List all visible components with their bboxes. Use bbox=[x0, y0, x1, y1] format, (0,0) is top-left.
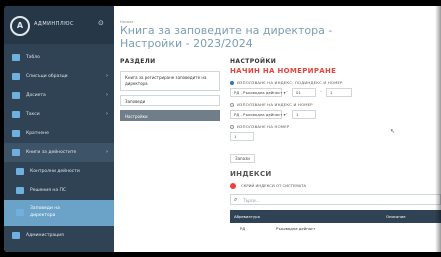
save-button[interactable]: Запази bbox=[230, 154, 255, 163]
numbering-row-number: 1 bbox=[230, 132, 441, 142]
settings-title: НАСТРОЙКИ bbox=[230, 58, 277, 65]
hide-indexes-toggle[interactable]: Скрий индекси от системата bbox=[230, 182, 441, 190]
sidebar-item-books[interactable]: Книги за дейностите › bbox=[4, 143, 114, 162]
settings-panel: НАСТРОЙКИ НАЧИН НА НОМЕРИРАНЕ Използване… bbox=[230, 58, 441, 233]
user-icon bbox=[16, 168, 24, 175]
index-select-value: РД - Ръководна дейност bbox=[234, 90, 283, 95]
separator: - bbox=[320, 89, 322, 95]
brand-header: A АДМИНПЛЮС ⊙ bbox=[4, 6, 114, 44]
sidebar-item-label: Заповеди на директора bbox=[30, 206, 60, 218]
sidebar-item-dossiers[interactable]: Досиета › bbox=[4, 86, 114, 105]
list-icon bbox=[12, 73, 20, 80]
book-icon bbox=[12, 149, 20, 156]
order-icon bbox=[16, 209, 24, 216]
app-window: A АДМИНПЛЮС ⊙ Табло Списъци образци › До… bbox=[4, 6, 441, 252]
chevron-right-icon: › bbox=[106, 111, 108, 117]
admin-icon bbox=[12, 232, 20, 239]
option-label: Използване на индекс, подиндекс и номер bbox=[237, 80, 343, 85]
sidebar-item-label: Контролни дейности bbox=[30, 169, 80, 174]
cell-desc: Ръководна дейност bbox=[276, 226, 316, 231]
page-title: Книга за заповедите на директора - Настр… bbox=[120, 24, 333, 50]
column-header-abbr[interactable]: Абревиатура bbox=[234, 214, 260, 219]
numbering-row-full: РД - Ръководна дейност ▾ - 01 - 1 bbox=[230, 88, 441, 98]
table-row[interactable]: РД Ръководна дейност bbox=[230, 223, 441, 233]
brand-name: АДМИНПЛЮС bbox=[34, 21, 75, 27]
sidebar-item-label: Кратнене bbox=[26, 131, 49, 136]
radio-selected[interactable] bbox=[230, 81, 234, 85]
separator: - bbox=[286, 111, 288, 117]
number-field[interactable]: 1 bbox=[292, 110, 316, 119]
search-input[interactable]: ⌕ Търси... bbox=[230, 194, 441, 205]
index-select[interactable]: РД - Ръководна дейност ▾ bbox=[230, 110, 286, 119]
chevron-right-icon: › bbox=[106, 92, 108, 98]
sidebar-item-orders[interactable]: Заповеди на директора bbox=[4, 200, 114, 226]
radio-unselected[interactable] bbox=[230, 103, 234, 107]
section-orders[interactable]: Заповеди bbox=[120, 95, 220, 106]
sidebar: A АДМИНПЛЮС ⊙ Табло Списъци образци › До… bbox=[4, 6, 114, 252]
search-placeholder: Търси... bbox=[243, 198, 260, 203]
sidebar-item-label: Администрация bbox=[26, 233, 64, 238]
separator: - bbox=[286, 89, 288, 95]
toggle-switch[interactable] bbox=[230, 183, 236, 189]
mouse-cursor-icon: ↖ bbox=[390, 128, 396, 135]
sidebar-toggle-icon[interactable]: ⊙ bbox=[98, 19, 104, 27]
index-select-value: РД - Ръководна дейност bbox=[234, 112, 283, 117]
column-header-desc[interactable]: Описание bbox=[386, 214, 406, 219]
numbering-option-full[interactable]: Използване на индекс, подиндекс и номер bbox=[230, 79, 441, 87]
option-label: Използване на индекс и номер bbox=[237, 102, 313, 107]
subindex-field[interactable]: 01 bbox=[292, 88, 316, 97]
sidebar-item-control[interactable]: Контролни дейности bbox=[4, 162, 114, 181]
numbering-option-number[interactable]: Използване на номер bbox=[230, 123, 441, 131]
sidebar-item-admin[interactable]: Администрация bbox=[4, 226, 114, 244]
document-icon bbox=[12, 130, 20, 137]
indexes-title: ИНДЕКСИ bbox=[230, 170, 272, 178]
sidebar-item-label: Решения на ПС bbox=[30, 188, 67, 193]
sidebar-item-templates[interactable]: Списъци образци › bbox=[4, 67, 114, 86]
sidebar-item-dashboard[interactable]: Табло bbox=[4, 48, 114, 67]
sidebar-item-documents[interactable]: Кратнене bbox=[4, 124, 114, 143]
frame-edge bbox=[435, 6, 441, 252]
toggle-label: Скрий индекси от системата bbox=[241, 183, 307, 188]
sidebar-item-label: Досиета bbox=[26, 93, 46, 98]
main-content: Начало Книга за заповедите на директора … bbox=[114, 6, 441, 252]
chevron-right-icon: › bbox=[106, 149, 108, 155]
sidebar-item-label: Книги за дейностите bbox=[26, 150, 77, 155]
home-icon bbox=[12, 54, 20, 61]
decision-icon bbox=[16, 187, 24, 194]
option-label: Използване на номер bbox=[237, 124, 290, 129]
numbering-title: НАЧИН НА НОМЕРИРАНЕ bbox=[230, 67, 337, 75]
fee-icon bbox=[12, 111, 20, 118]
sidebar-item-label: Списъци образци bbox=[26, 74, 68, 79]
numbering-option-index[interactable]: Използване на индекс и номер bbox=[230, 101, 441, 109]
numbering-row-index: РД - Ръководна дейност ▾ - 1 bbox=[230, 110, 441, 120]
sidebar-item-label: Табло bbox=[26, 55, 40, 60]
section-settings[interactable]: Настройки bbox=[120, 110, 220, 121]
number-field[interactable]: 1 bbox=[230, 132, 254, 141]
cell-abbr: РД bbox=[240, 226, 246, 231]
radio-unselected[interactable] bbox=[230, 125, 234, 129]
search-icon: ⌕ bbox=[234, 196, 238, 203]
section-register[interactable]: Книга за регистриране заповедите на дире… bbox=[120, 71, 220, 91]
sidebar-item-decisions[interactable]: Решения на ПС bbox=[4, 181, 114, 200]
table-header: Абревиатура Описание bbox=[230, 210, 441, 223]
folder-icon bbox=[12, 92, 20, 99]
sections-title: РАЗДЕЛИ bbox=[120, 58, 156, 65]
sections-panel: РАЗДЕЛИ Книга за регистриране заповедите… bbox=[120, 58, 220, 125]
brand-logo[interactable]: A bbox=[10, 16, 30, 36]
sidebar-item-label: Такси bbox=[26, 112, 40, 117]
number-field[interactable]: 1 bbox=[326, 88, 352, 97]
sidebar-item-fees[interactable]: Такси › bbox=[4, 105, 114, 124]
index-select[interactable]: РД - Ръководна дейност ▾ bbox=[230, 88, 286, 97]
sidebar-nav: Табло Списъци образци › Досиета › Такси … bbox=[4, 48, 114, 244]
chevron-right-icon: › bbox=[106, 73, 108, 79]
